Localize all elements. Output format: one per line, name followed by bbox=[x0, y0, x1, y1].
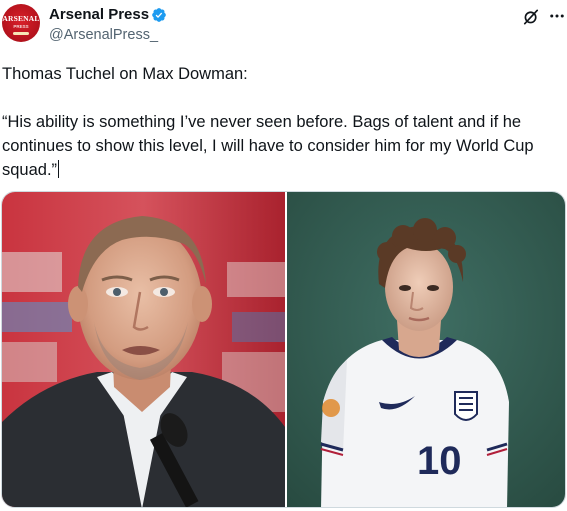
avatar-logo-subtext: PRESS bbox=[13, 24, 29, 29]
photo-tuchel[interactable] bbox=[2, 192, 285, 507]
media-grid: 10 bbox=[1, 191, 566, 508]
handle[interactable]: @ArsenalPress_ bbox=[49, 27, 158, 43]
tweet-quote-text: “His ability is something I’ve never see… bbox=[2, 113, 534, 179]
avatar[interactable]: ARSENAL PRESS bbox=[2, 4, 40, 42]
more-options-icon[interactable] bbox=[548, 7, 566, 25]
tuchel-photo-illustration bbox=[2, 192, 285, 507]
dowman-photo-illustration: 10 bbox=[287, 192, 565, 507]
photo-dowman[interactable]: 10 bbox=[287, 192, 565, 507]
display-name[interactable]: Arsenal Press bbox=[49, 6, 149, 23]
tweet-card: ARSENAL PRESS Arsenal Press @ArsenalPres… bbox=[0, 0, 567, 511]
grok-icon[interactable] bbox=[521, 7, 541, 27]
tweet-header: ARSENAL PRESS Arsenal Press @ArsenalPres… bbox=[0, 0, 567, 50]
shirt-number: 10 bbox=[417, 439, 462, 483]
verified-badge-icon[interactable] bbox=[151, 7, 167, 23]
tweet-text-line1: Thomas Tuchel on Max Dowman: bbox=[2, 65, 248, 83]
cannon-icon bbox=[13, 32, 29, 35]
tweet-text: Thomas Tuchel on Max Dowman: “His abilit… bbox=[2, 62, 564, 182]
text-cursor bbox=[58, 160, 60, 178]
tweet-text-quote: “His ability is something I’ve never see… bbox=[2, 110, 564, 182]
avatar-logo-text: ARSENAL bbox=[2, 14, 40, 23]
